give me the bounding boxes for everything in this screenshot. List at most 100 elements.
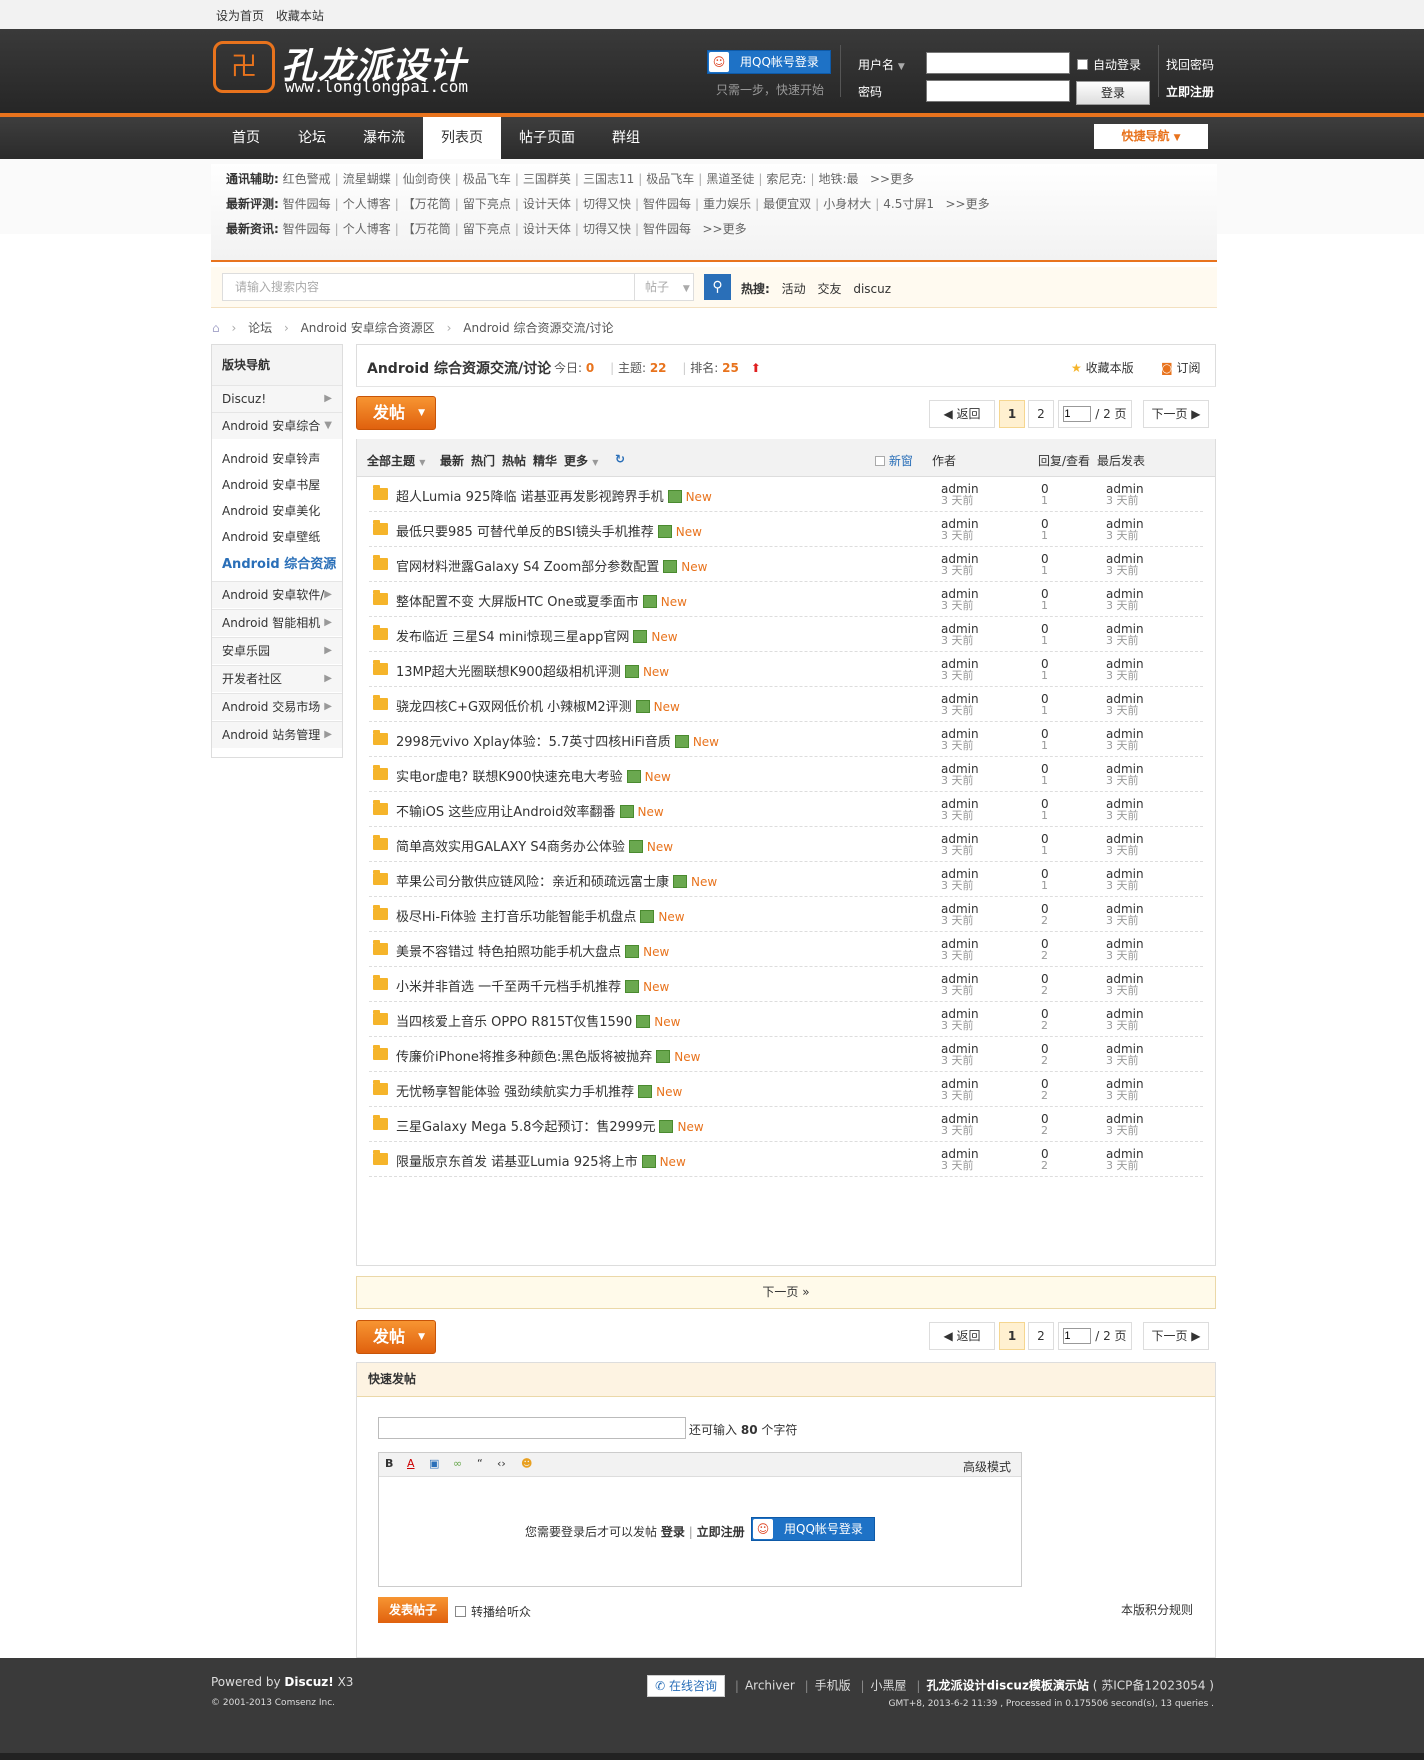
thread-row[interactable]: 极尽Hi-Fi体验 主打音乐功能智能手机盘点 New admin 3 天前 0 2 admi…: [369, 897, 1203, 932]
info-link[interactable]: 最便宜双: [763, 197, 811, 211]
page-current[interactable]: 1: [999, 1322, 1025, 1350]
site-name-link[interactable]: 孔龙派设计discuz模板演示站: [926, 1679, 1089, 1693]
thread-title[interactable]: 整体配置不变 大屏版HTC One或夏季面市: [396, 595, 639, 610]
discuz-link[interactable]: Discuz!: [284, 1675, 333, 1689]
bold-icon[interactable]: B: [385, 1457, 393, 1470]
post-subject-input[interactable]: [378, 1417, 686, 1439]
thread-title[interactable]: 发布临近 三星S4 mini惊现三星app官网: [396, 630, 629, 645]
thread-row[interactable]: 实电or虚电? 联想K900快速充电大考验 New admin 3 天前 0 1 admin…: [369, 757, 1203, 792]
sidebar-item[interactable]: Android 站务管理 ▶: [212, 721, 342, 748]
more-link[interactable]: >>更多: [702, 222, 746, 236]
thread-title[interactable]: 小米并非首选 一千至两千元档手机推荐: [396, 980, 621, 995]
hot-keyword[interactable]: discuz: [853, 282, 891, 296]
smiley-icon[interactable]: ☻: [521, 1457, 532, 1470]
thread-title[interactable]: 13MP超大光圈联想K900超级相机评测: [396, 665, 621, 680]
info-link[interactable]: 【万花筒: [403, 197, 451, 211]
icp-link[interactable]: ( 苏ICP备12023054 ): [1093, 1679, 1214, 1693]
thread-row[interactable]: 小米并非首选 一千至两千元档手机推荐 New admin 3 天前 0 2 admin 3 天…: [369, 967, 1203, 1002]
thread-title[interactable]: 三星Galaxy Mega 5.8今起预订：售2999元: [396, 1120, 655, 1135]
thread-row[interactable]: 2998元vivo Xplay体验：5.7英寸四核HiFi音质 New admin 3…: [369, 722, 1203, 757]
post-editor[interactable]: B A ▣ ∞ “ ‹› ☻ 高级模式 您需要登录后才可以发帖 登录 | 立即注…: [378, 1452, 1022, 1587]
thread-title[interactable]: 简单高效实用GALAXY S4商务办公体验: [396, 840, 625, 855]
next-page-button[interactable]: 下一页 ▶: [1143, 400, 1209, 428]
password-input[interactable]: [926, 80, 1070, 102]
sidebar-item[interactable]: Android 智能相机 ▶: [212, 609, 342, 636]
info-link[interactable]: 小身材大: [823, 197, 871, 211]
find-password-link[interactable]: 找回密码: [1166, 56, 1214, 73]
advanced-mode-link[interactable]: 高级模式: [963, 1458, 1011, 1475]
thread-row[interactable]: 苹果公司分散供应链风险：亲近和硕疏远富士康 New admin 3 天前 0 1 admin…: [369, 862, 1203, 897]
page-current[interactable]: 1: [999, 400, 1025, 428]
thread-title[interactable]: 不输iOS 这些应用让Android效率翻番: [396, 805, 616, 820]
page-input[interactable]: [1063, 406, 1092, 422]
sidebar-item-discuz[interactable]: Discuz! ▶: [212, 385, 342, 412]
info-link[interactable]: 切得又快: [583, 222, 631, 236]
info-link[interactable]: 智件园每: [283, 197, 331, 211]
info-link[interactable]: 极品飞车: [463, 172, 511, 186]
back-button[interactable]: ◀ 返回: [929, 400, 995, 428]
editor-login-link[interactable]: 登录: [661, 1525, 685, 1539]
nav-home[interactable]: 首页: [213, 117, 279, 159]
sidebar-sub-item[interactable]: Android 安卓书屋: [222, 476, 320, 493]
breadcrumb-item[interactable]: 论坛: [248, 321, 272, 335]
info-link[interactable]: 4.5寸屏1: [883, 197, 934, 211]
credit-rules-link[interactable]: 本版积分规则: [1121, 1601, 1193, 1618]
new-window-toggle[interactable]: 新窗: [875, 452, 913, 469]
quick-nav-button[interactable]: 快捷导航 ▼: [1094, 124, 1208, 149]
quote-icon[interactable]: “: [477, 1457, 483, 1470]
thread-title[interactable]: 苹果公司分散供应链风险：亲近和硕疏远富士康: [396, 875, 669, 890]
register-link[interactable]: 立即注册: [1166, 83, 1214, 100]
thread-title[interactable]: 传廉价iPhone将推多种颜色:黑色版将被抛弃: [396, 1050, 652, 1065]
more-link[interactable]: >>更多: [945, 197, 989, 211]
code-icon[interactable]: ‹›: [497, 1457, 506, 1470]
filter-hot[interactable]: 热门: [471, 452, 495, 469]
search-button[interactable]: ⚲: [704, 274, 731, 300]
more-link[interactable]: >>更多: [870, 172, 914, 186]
blacklist-link[interactable]: 小黑屋: [871, 1679, 907, 1693]
link-icon[interactable]: ∞: [453, 1457, 462, 1470]
subscribe-link[interactable]: ◙ 订阅: [1161, 359, 1201, 376]
thread-row[interactable]: 传廉价iPhone将推多种颜色:黑色版将被抛弃 New admin 3 天前 0 2 adm…: [369, 1037, 1203, 1072]
thread-title[interactable]: 最低只要985 可替代单反的BSI镜头手机推荐: [396, 525, 654, 540]
info-link[interactable]: 留下亮点: [463, 197, 511, 211]
search-type-select[interactable]: 帖子 ▼: [634, 273, 694, 301]
thread-title[interactable]: 官网材料泄露Galaxy S4 Zoom部分参数配置: [396, 560, 659, 575]
info-link[interactable]: 三国志11: [583, 172, 634, 186]
thread-row[interactable]: 三星Galaxy Mega 5.8今起预订：售2999元 New admin 3 天前…: [369, 1107, 1203, 1142]
thread-title[interactable]: 实电or虚电? 联想K900快速充电大考验: [396, 770, 623, 785]
info-link[interactable]: 索尼克:: [766, 172, 806, 186]
breadcrumb-item[interactable]: Android 综合资源交流/讨论: [463, 321, 613, 335]
thread-row[interactable]: 无忧畅享智能体验 强劲续航实力手机推荐 New admin 3 天前 0 2 admin 3 …: [369, 1072, 1203, 1107]
thread-row[interactable]: 发布临近 三星S4 mini惊现三星app官网 New admin 3 天前 0 1 adm…: [369, 617, 1203, 652]
nav-forum[interactable]: 论坛: [279, 117, 345, 159]
info-link[interactable]: 黑道圣徒: [706, 172, 754, 186]
home-icon[interactable]: ⌂: [212, 321, 220, 335]
thread-title[interactable]: 超人Lumia 925降临 诺基亚再发影视跨界手机: [396, 490, 664, 505]
search-input[interactable]: 请输入搜索内容: [222, 273, 646, 301]
thread-title[interactable]: 极尽Hi-Fi体验 主打音乐功能智能手机盘点: [396, 910, 636, 925]
info-link[interactable]: 切得又快: [583, 197, 631, 211]
back-button[interactable]: ◀ 返回: [929, 1322, 995, 1350]
thread-title[interactable]: 当四核爱上音乐 OPPO R815T仅售1590: [396, 1015, 632, 1030]
thread-row[interactable]: 13MP超大光圈联想K900超级相机评测 New admin 3 天前 0 1 admin 3…: [369, 652, 1203, 687]
font-color-icon[interactable]: A: [407, 1457, 415, 1470]
info-link[interactable]: 智件园每: [643, 197, 691, 211]
sidebar-sub-item[interactable]: Android 安卓铃声: [222, 450, 320, 467]
filter-all[interactable]: 全部主题 ▼: [367, 452, 425, 469]
thread-title[interactable]: 2998元vivo Xplay体验：5.7英寸四核HiFi音质: [396, 735, 671, 750]
info-link[interactable]: 流星蝴蝶: [343, 172, 391, 186]
login-button[interactable]: 登录: [1076, 81, 1150, 105]
page-input[interactable]: [1063, 1328, 1092, 1344]
sidebar-item[interactable]: Android 交易市场 ▶: [212, 693, 342, 720]
nav-groups[interactable]: 群组: [593, 117, 659, 159]
favorite-forum-link[interactable]: ★ 收藏本版: [1071, 359, 1134, 376]
thread-title[interactable]: 无忧畅享智能体验 强劲续航实力手机推荐: [396, 1085, 634, 1100]
filter-digest[interactable]: 精华: [533, 452, 557, 469]
page-jump[interactable]: / 2 页: [1058, 400, 1132, 428]
site-logo[interactable]: 卍 孔龙派设计 www.longlongpai.com: [213, 41, 513, 97]
page-link[interactable]: 2: [1028, 400, 1054, 428]
thread-row[interactable]: 整体配置不变 大屏版HTC One或夏季面市 New admin 3 天前 0 1 admi…: [369, 582, 1203, 617]
thread-row[interactable]: 最低只要985 可替代单反的BSI镜头手机推荐 New admin 3 天前 0 1 adm…: [369, 512, 1203, 547]
set-home-link[interactable]: 设为首页: [216, 9, 264, 23]
thread-row[interactable]: 超人Lumia 925降临 诺基亚再发影视跨界手机 New admin 3 天前 0 1 a…: [369, 477, 1203, 512]
